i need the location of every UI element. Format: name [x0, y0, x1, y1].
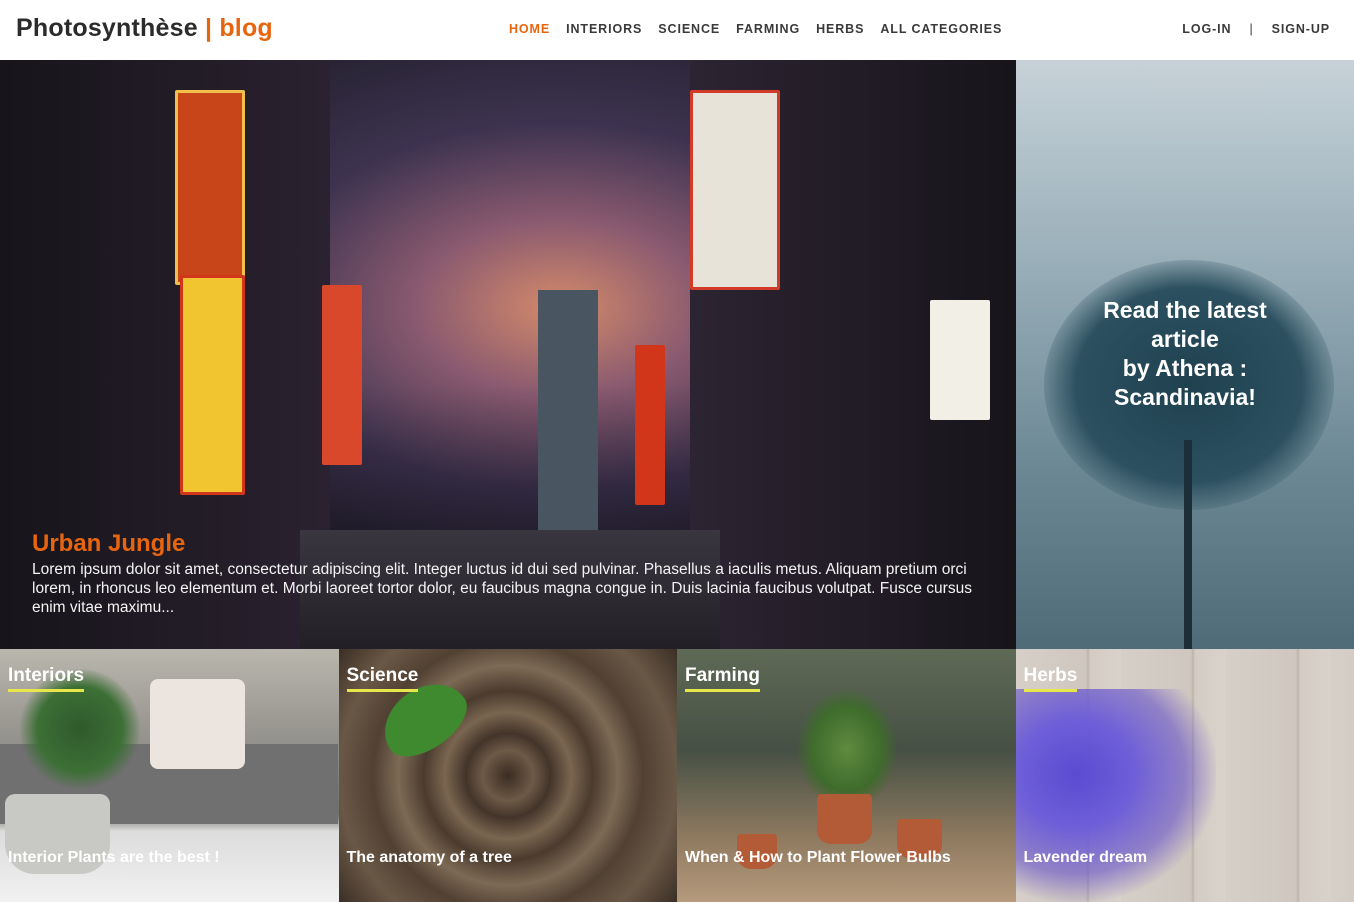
hero-tower: [538, 290, 598, 570]
hero-sign-3: [322, 285, 362, 465]
auth-separator: |: [1249, 22, 1254, 36]
farming-plant-image: [797, 689, 897, 809]
category-caption-herbs[interactable]: Lavender dream: [1024, 849, 1148, 867]
category-tile-herbs[interactable]: Herbs Lavender dream: [1015, 649, 1354, 902]
side-promo-line-1: Read the latest: [1103, 297, 1267, 323]
hero-excerpt: Lorem ipsum dolor sit amet, consectetur …: [32, 561, 972, 616]
category-tile-interiors[interactable]: Interiors Interior Plants are the best !: [0, 649, 339, 902]
hero-sign-2: [180, 275, 245, 495]
side-promo-text: Read the latest article by Athena : Scan…: [1016, 296, 1354, 412]
login-link[interactable]: LOG-IN: [1182, 22, 1231, 36]
category-caption-interiors[interactable]: Interior Plants are the best !: [8, 849, 220, 867]
main-nav: HOME INTERIORS SCIENCE FARMING HERBS ALL…: [509, 22, 1018, 36]
hero-text: Urban Jungle Lorem ipsum dolor sit amet,…: [32, 530, 982, 617]
nav-item-farming[interactable]: FARMING: [736, 22, 800, 36]
nav-item-home[interactable]: HOME: [509, 22, 550, 36]
cushion-image: [150, 679, 245, 769]
brand-suffix: blog: [219, 14, 273, 42]
category-label-farming[interactable]: Farming: [685, 665, 760, 692]
terracotta-pot-1: [817, 794, 872, 844]
hero-sign-1: [175, 90, 245, 285]
category-tiles: Interiors Interior Plants are the best !…: [0, 649, 1354, 902]
nav-item-interiors[interactable]: INTERIORS: [566, 22, 642, 36]
site-header: Photosynthèse | blog HOME INTERIORS SCIE…: [0, 0, 1354, 60]
category-tile-farming[interactable]: Farming When & How to Plant Flower Bulbs: [677, 649, 1016, 902]
side-promo[interactable]: Read the latest article by Athena : Scan…: [1016, 60, 1354, 649]
lavender-image: [1015, 689, 1216, 902]
category-caption-farming[interactable]: When & How to Plant Flower Bulbs: [685, 849, 951, 867]
side-promo-line-4: Scandinavia!: [1114, 384, 1256, 410]
tree-trunk-image: [1184, 440, 1192, 649]
brand-separator: |: [204, 14, 213, 42]
nav-item-all-categories[interactable]: ALL CATEGORIES: [880, 22, 1002, 36]
hero-sign-6: [930, 300, 990, 420]
hero-title[interactable]: Urban Jungle: [32, 530, 982, 558]
category-label-science[interactable]: Science: [346, 665, 419, 692]
side-promo-line-2: article: [1151, 326, 1219, 352]
category-label-herbs[interactable]: Herbs: [1023, 665, 1078, 692]
category-caption-science[interactable]: The anatomy of a tree: [347, 849, 512, 867]
signup-link[interactable]: SIGN-UP: [1272, 22, 1330, 36]
category-tile-science[interactable]: Science The anatomy of a tree: [338, 649, 677, 902]
brand-name: Photosynthèse: [16, 14, 198, 42]
auth-links: LOG-IN | SIGN-UP: [1182, 22, 1330, 36]
hero-featured-article[interactable]: Urban Jungle Lorem ipsum dolor sit amet,…: [0, 60, 1016, 649]
category-label-interiors[interactable]: Interiors: [8, 665, 85, 692]
nav-item-science[interactable]: SCIENCE: [658, 22, 720, 36]
nav-item-herbs[interactable]: HERBS: [816, 22, 864, 36]
side-promo-line-3: by Athena :: [1122, 355, 1248, 381]
hero-sign-4: [690, 90, 780, 290]
site-logo[interactable]: Photosynthèse | blog: [16, 14, 273, 43]
hero-sign-5: [635, 345, 665, 505]
